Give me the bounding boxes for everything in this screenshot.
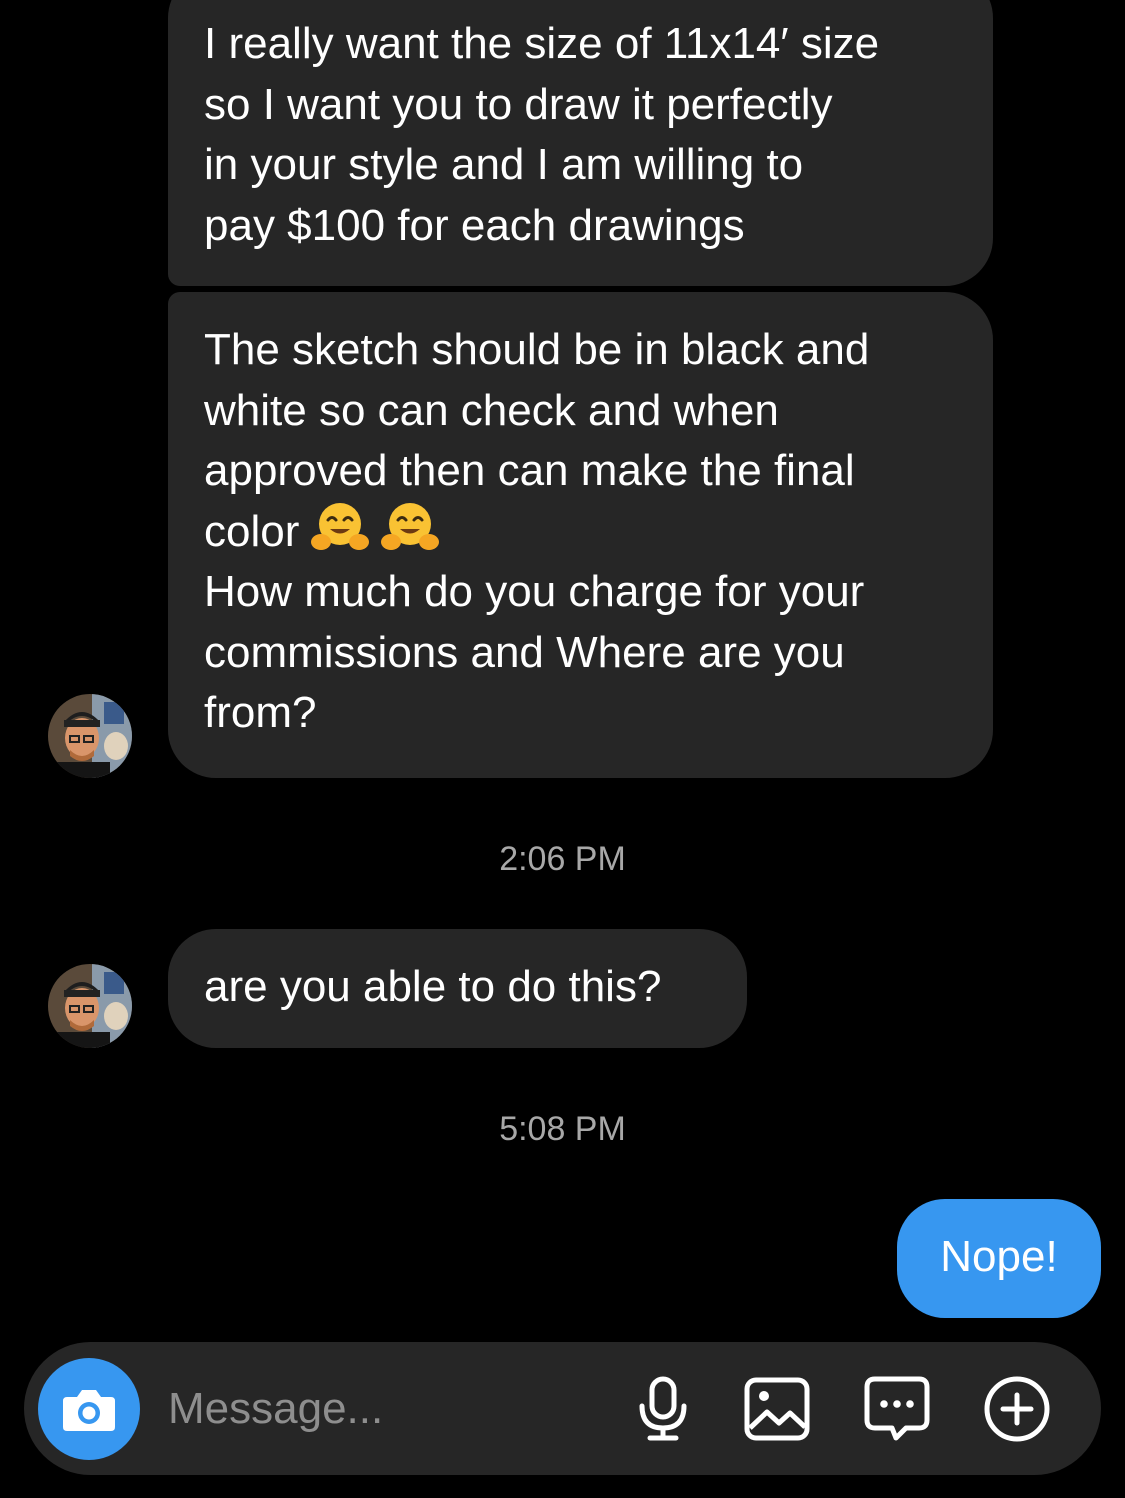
avatar-image (48, 964, 132, 1048)
image-icon (744, 1377, 810, 1441)
timestamp: 2:06 PM (499, 840, 626, 878)
hugging-face-emoji (381, 502, 440, 550)
camera-icon (63, 1390, 115, 1431)
message-input[interactable] (168, 1376, 608, 1442)
sticker-button[interactable] (860, 1372, 934, 1446)
avatar[interactable] (48, 964, 132, 1048)
incoming-message[interactable]: The sketch should be in black and white … (168, 292, 993, 778)
timestamp: 5:08 PM (499, 1110, 626, 1148)
avatar-image (48, 694, 132, 778)
outgoing-message[interactable]: Nope! (897, 1199, 1101, 1318)
incoming-message[interactable]: are you able to do this? (168, 929, 747, 1048)
plus-icon (984, 1376, 1050, 1442)
sticker-icon (864, 1376, 930, 1441)
microphone-icon (639, 1376, 687, 1441)
more-button[interactable] (980, 1372, 1054, 1446)
camera-button[interactable] (38, 1358, 140, 1460)
incoming-message[interactable]: I really want the size of 11x14′ size so… (168, 0, 993, 286)
hugging-face-emoji (311, 502, 370, 550)
gallery-button[interactable] (740, 1372, 814, 1446)
message-text: How much do you charge for your commissi… (204, 567, 865, 737)
avatar[interactable] (48, 694, 132, 778)
message-text: The sketch should be in black and white … (204, 325, 870, 556)
microphone-button[interactable] (626, 1372, 700, 1446)
